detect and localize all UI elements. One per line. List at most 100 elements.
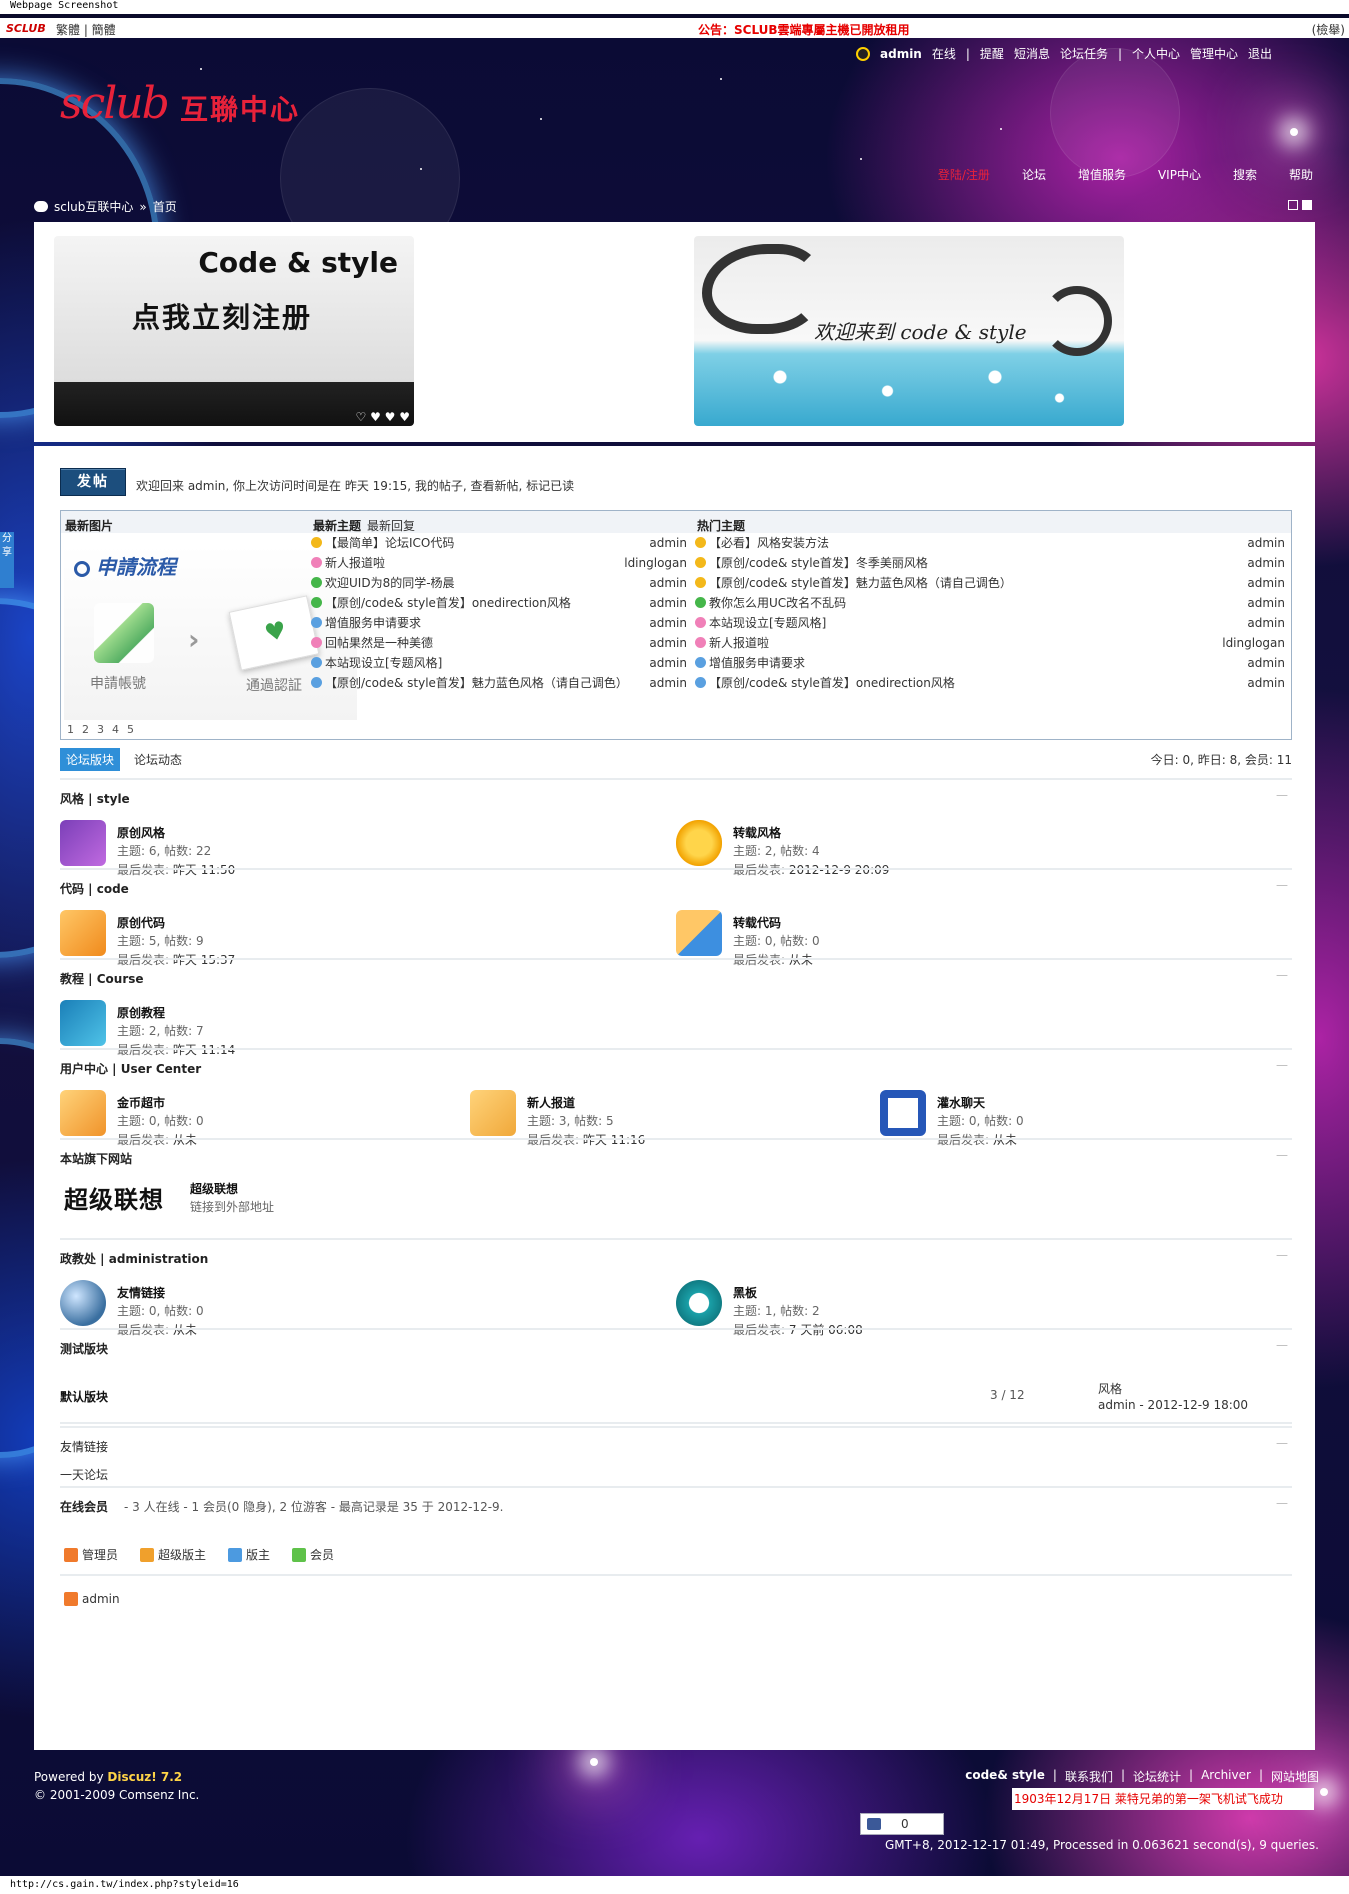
list-item[interactable]: 【原创/code& style首发】onedirection风格 admin: [311, 593, 687, 613]
picture-page-4[interactable]: 4: [112, 723, 119, 736]
list-item[interactable]: 【原创/code& style首发】冬季美丽风格 admin: [695, 553, 1285, 573]
forum-name[interactable]: 转载风格: [733, 824, 781, 841]
topic-author[interactable]: admin: [1247, 533, 1285, 553]
list-item[interactable]: 增值服务申请要求 admin: [311, 613, 687, 633]
last-post-title[interactable]: 风格: [1098, 1380, 1122, 1397]
language-switch[interactable]: 繁體 | 簡體: [56, 21, 116, 38]
collapse-icon[interactable]: —: [1276, 788, 1288, 802]
section-title[interactable]: 风格 | style: [60, 790, 130, 807]
topic-title[interactable]: 【必看】风格安装方法: [709, 536, 829, 550]
topic-title[interactable]: 教你怎么用UC改名不乱码: [709, 596, 846, 610]
topic-title[interactable]: 【原创/code& style首发】冬季美丽风格: [709, 556, 928, 570]
topic-title[interactable]: 【原创/code& style首发】onedirection风格: [325, 596, 571, 610]
topic-author[interactable]: admin: [649, 653, 687, 673]
forum-name[interactable]: 转载代码: [733, 914, 781, 931]
report-link[interactable]: (檢舉): [1312, 21, 1345, 38]
user-link-messages[interactable]: 短消息: [1014, 45, 1050, 62]
collapse-icon[interactable]: —: [1276, 1436, 1288, 1450]
section-title[interactable]: 测试版块: [60, 1340, 108, 1357]
site-logo[interactable]: sclub: [60, 78, 170, 129]
topic-author[interactable]: admin: [649, 673, 687, 693]
topic-title[interactable]: 本站现设立[专题风格]: [709, 616, 826, 630]
topic-title[interactable]: 增值服务申请要求: [325, 616, 421, 630]
forum-name[interactable]: 友情链接: [117, 1284, 165, 1301]
list-item[interactable]: 增值服务申请要求 admin: [695, 653, 1285, 673]
topic-author[interactable]: ldinglogan: [1222, 633, 1285, 653]
new-post-button[interactable]: 发帖: [60, 468, 126, 496]
user-link-reminders[interactable]: 提醒: [980, 45, 1004, 62]
latest-topics-tab[interactable]: 最新主题: [313, 517, 361, 534]
topbar-logo[interactable]: SCLUB: [6, 22, 46, 35]
forum-name[interactable]: 新人报道: [527, 1094, 575, 1111]
user-link-logout[interactable]: 退出: [1248, 45, 1272, 62]
collapse-icon[interactable]: —: [1276, 878, 1288, 892]
user-link-profile[interactable]: 个人中心: [1132, 45, 1180, 62]
site-logo-cn[interactable]: 互聯中心: [180, 88, 300, 128]
section-title[interactable]: 本站旗下网站: [60, 1150, 132, 1167]
ad-slide-dots[interactable]: ♡ ♥ ♥ ♥: [356, 410, 410, 424]
announcement[interactable]: 公告：SCLUB雲端專屬主機已開放租用: [698, 21, 910, 38]
collapse-icon[interactable]: —: [1276, 1496, 1288, 1510]
section-title[interactable]: 在线会员: [60, 1498, 108, 1515]
narrow-layout-icon[interactable]: [1288, 200, 1298, 210]
forum-name[interactable]: 原创风格: [117, 824, 165, 841]
username[interactable]: admin: [880, 47, 922, 61]
forum-name[interactable]: 原创教程: [117, 1004, 165, 1021]
section-title[interactable]: 用户中心 | User Center: [60, 1060, 201, 1077]
online-status[interactable]: 在线: [932, 45, 956, 62]
list-item[interactable]: 【原创/code& style首发】魅力蓝色风格（请自己调色） admin: [311, 673, 687, 693]
topic-author[interactable]: admin: [1247, 593, 1285, 613]
online-username[interactable]: admin: [82, 1592, 120, 1606]
footer-link-sitemap[interactable]: 网站地图: [1271, 1768, 1319, 1785]
list-item[interactable]: 新人报道啦 ldinglogan: [311, 553, 687, 573]
list-item[interactable]: 【必看】风格安装方法 admin: [695, 533, 1285, 553]
forum-name[interactable]: 黑板: [733, 1284, 757, 1301]
picture-page-2[interactable]: 2: [82, 723, 89, 736]
collapse-icon[interactable]: —: [1276, 1058, 1288, 1072]
breadcrumb-site[interactable]: sclub互联中心: [54, 198, 133, 215]
topic-author[interactable]: admin: [649, 533, 687, 553]
share-sidebar-button[interactable]: 分享: [0, 532, 14, 588]
nav-login-register[interactable]: 登陆/注册: [938, 166, 990, 183]
last-post-meta[interactable]: admin - 2012-12-9 18:00: [1098, 1398, 1248, 1412]
like-button[interactable]: 0: [860, 1813, 944, 1835]
copyright[interactable]: © 2001-2009 Comsenz Inc.: [34, 1786, 199, 1804]
section-title[interactable]: 代码 | code: [60, 880, 129, 897]
collapse-icon[interactable]: —: [1276, 1148, 1288, 1162]
footer-link-home[interactable]: code& style: [965, 1768, 1045, 1785]
powered-brand[interactable]: Discuz! 7.2: [107, 1770, 182, 1784]
topic-author[interactable]: admin: [1247, 553, 1285, 573]
collapse-icon[interactable]: —: [1276, 968, 1288, 982]
topic-title[interactable]: 新人报道啦: [325, 556, 385, 570]
footer-link-stats[interactable]: 论坛统计: [1133, 1768, 1181, 1785]
forum-name[interactable]: 默认版块: [60, 1388, 108, 1405]
wide-layout-icon[interactable]: [1302, 200, 1312, 210]
footer-link-contact[interactable]: 联系我们: [1065, 1768, 1113, 1785]
topic-author[interactable]: ldinglogan: [624, 553, 687, 573]
nav-vip[interactable]: VIP中心: [1158, 166, 1201, 183]
nav-search[interactable]: 搜索: [1233, 166, 1257, 183]
list-item[interactable]: 欢迎UID为8的同学-杨晨 admin: [311, 573, 687, 593]
topic-title[interactable]: 本站现设立[专题风格]: [325, 656, 442, 670]
list-item[interactable]: 【原创/code& style首发】onedirection风格 admin: [695, 673, 1285, 693]
list-item[interactable]: 本站现设立[专题风格] admin: [695, 613, 1285, 633]
picture-page-1[interactable]: 1: [67, 723, 74, 736]
friend-link-item[interactable]: 一天论坛: [60, 1466, 108, 1483]
forum-name[interactable]: 原创代码: [117, 914, 165, 931]
nav-help[interactable]: 帮助: [1289, 166, 1313, 183]
topic-title[interactable]: 【最简单】论坛ICO代码: [325, 536, 454, 550]
register-ad[interactable]: Code & style 点我立刻注册 ♡ ♥ ♥ ♥: [54, 236, 414, 426]
topic-author[interactable]: admin: [649, 573, 687, 593]
nav-forum[interactable]: 论坛: [1022, 166, 1046, 183]
footer-link-archiver[interactable]: Archiver: [1201, 1768, 1251, 1785]
online-user[interactable]: admin: [64, 1592, 120, 1606]
history-ticker[interactable]: 1903年12月17日 莱特兄弟的第一架飞机试飞成功: [1012, 1788, 1314, 1810]
collapse-icon[interactable]: —: [1276, 1248, 1288, 1262]
tab-forum-activity[interactable]: 论坛动态: [134, 751, 182, 768]
topic-author[interactable]: admin: [649, 633, 687, 653]
partner-name[interactable]: 超级联想: [190, 1180, 238, 1197]
topic-author[interactable]: admin: [649, 613, 687, 633]
partner-logo[interactable]: 超级联想: [64, 1180, 164, 1215]
list-item[interactable]: 【最简单】论坛ICO代码 admin: [311, 533, 687, 553]
topic-title[interactable]: 【原创/code& style首发】魅力蓝色风格（请自己调色）: [325, 676, 628, 690]
